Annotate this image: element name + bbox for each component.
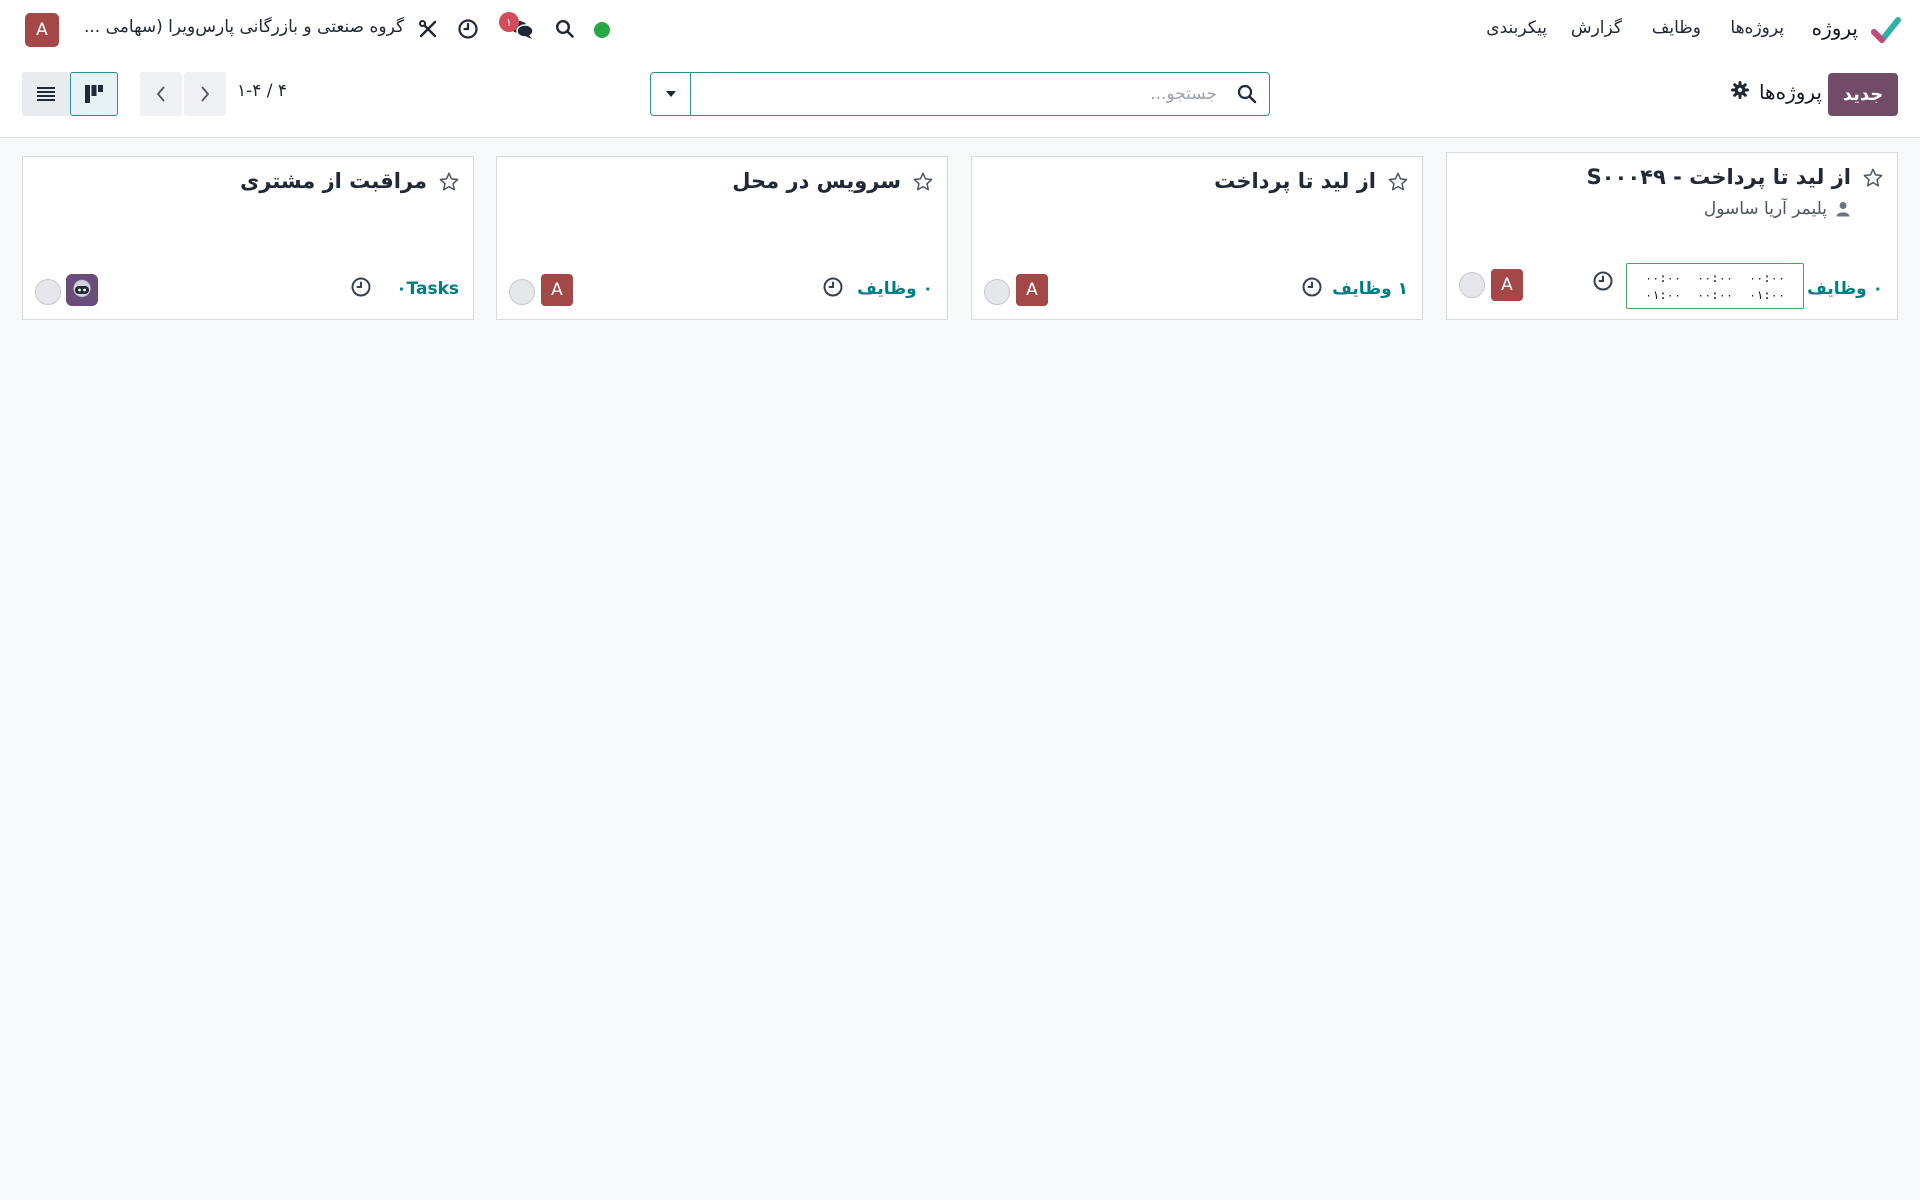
pager-value[interactable]: ۱-۴ / ۴ bbox=[237, 81, 287, 101]
timer-value: ۰۱:۰۰ bbox=[1644, 288, 1682, 302]
app-logo-icon[interactable] bbox=[1870, 14, 1902, 46]
card-tasks-link[interactable]: ۰ وظایف bbox=[857, 279, 933, 299]
status-circle[interactable] bbox=[984, 279, 1010, 305]
company-switcher[interactable]: گروه صنعتی و بازرگانی پارس‌ویرا (سهامی .… bbox=[84, 17, 404, 37]
clock-icon[interactable] bbox=[456, 17, 480, 41]
magnifier-icon[interactable] bbox=[1236, 83, 1258, 105]
user-icon bbox=[1836, 202, 1850, 217]
card-partner: پلیمر آریا ساسول bbox=[1703, 199, 1827, 219]
project-card[interactable]: مراقبت از مشتری ۰Tasks bbox=[22, 156, 474, 320]
card-tasks-link[interactable]: ۰ وظایف bbox=[1807, 279, 1883, 299]
kanban-icon bbox=[85, 85, 103, 103]
user-avatar[interactable]: A bbox=[25, 13, 59, 47]
timer-value: ۰۰:۰۰ bbox=[1644, 271, 1682, 285]
card-tasks-link[interactable]: ۱ وظایف bbox=[1332, 279, 1408, 299]
project-card[interactable]: S۰۰۰۴۹ - از لید تا پرداخت پلیمر آریا ساس… bbox=[1446, 152, 1898, 320]
bot-avatar[interactable] bbox=[66, 274, 98, 306]
card-title: از لید تا پرداخت bbox=[1214, 169, 1376, 193]
menu-configuration[interactable]: پیکربندی bbox=[1486, 18, 1547, 38]
status-circle[interactable] bbox=[1459, 272, 1485, 298]
tools-icon[interactable] bbox=[416, 17, 440, 41]
gear-icon[interactable] bbox=[1730, 80, 1750, 100]
timesheet-widget: ۰۰:۰۰ ۰۰:۰۰ ۰۰:۰۰ ۰۱:۰۰ ۰۰:۰۰ ۰۱:۰۰ bbox=[1626, 263, 1804, 309]
app-name[interactable]: پروژه bbox=[1812, 16, 1858, 40]
status-circle[interactable] bbox=[509, 279, 535, 305]
bot-face-icon bbox=[75, 286, 89, 294]
list-icon bbox=[37, 87, 55, 101]
chat-badge: ۱ bbox=[499, 12, 519, 32]
presence-dot bbox=[594, 22, 610, 38]
menu-tasks[interactable]: وظایف bbox=[1652, 18, 1701, 38]
card-avatar[interactable]: A bbox=[1016, 274, 1048, 306]
menu-projects[interactable]: پروژه‌ها bbox=[1730, 18, 1784, 38]
caret-down-icon bbox=[665, 91, 676, 97]
star-icon[interactable] bbox=[1861, 166, 1885, 190]
search-input[interactable] bbox=[695, 73, 1225, 115]
search-bar bbox=[650, 72, 1270, 116]
card-tasks-link[interactable]: ۰Tasks bbox=[396, 279, 459, 299]
star-icon[interactable] bbox=[1386, 170, 1410, 194]
control-panel: جدید پروژه‌ها ۱-۴ / ۴ bbox=[0, 58, 1920, 138]
top-navbar: پروژه پروژه‌ها وظایف گزارش پیکربندی A گر… bbox=[0, 0, 1920, 58]
chevron-left-icon bbox=[156, 86, 165, 102]
menu-reporting[interactable]: گزارش bbox=[1571, 18, 1622, 38]
star-icon[interactable] bbox=[437, 170, 461, 194]
activity-clock-icon[interactable] bbox=[1300, 275, 1324, 299]
activity-clock-icon[interactable] bbox=[1591, 269, 1615, 293]
activity-clock-icon[interactable] bbox=[349, 275, 373, 299]
timer-value: ۰۰:۰۰ bbox=[1748, 271, 1786, 285]
search-icon[interactable] bbox=[553, 17, 577, 41]
activity-clock-icon[interactable] bbox=[821, 275, 845, 299]
pager-previous-button[interactable] bbox=[140, 72, 182, 116]
search-options-toggle[interactable] bbox=[651, 73, 691, 115]
card-title: مراقبت از مشتری bbox=[240, 169, 427, 193]
timer-value: ۰۰:۰۰ bbox=[1696, 288, 1734, 302]
timer-value: ۰۰:۰۰ bbox=[1696, 271, 1734, 285]
breadcrumb-title: پروژه‌ها bbox=[1758, 80, 1822, 104]
star-icon[interactable] bbox=[911, 170, 935, 194]
card-avatar[interactable]: A bbox=[541, 274, 573, 306]
project-card[interactable]: سرویس در محل ۰ وظایف A bbox=[496, 156, 948, 320]
list-view-button[interactable] bbox=[22, 72, 70, 116]
card-title: سرویس در محل bbox=[732, 169, 901, 193]
kanban-view-button[interactable] bbox=[70, 72, 118, 116]
card-avatar[interactable]: A bbox=[1491, 269, 1523, 301]
chevron-right-icon bbox=[201, 86, 210, 102]
pager-next-button[interactable] bbox=[184, 72, 226, 116]
timer-value: ۰۱:۰۰ bbox=[1748, 288, 1786, 302]
card-title: S۰۰۰۴۹ - از لید تا پرداخت bbox=[1586, 165, 1851, 189]
project-card[interactable]: از لید تا پرداخت ۱ وظایف A bbox=[971, 156, 1423, 320]
status-circle[interactable] bbox=[35, 279, 61, 305]
new-button[interactable]: جدید bbox=[1828, 73, 1898, 116]
